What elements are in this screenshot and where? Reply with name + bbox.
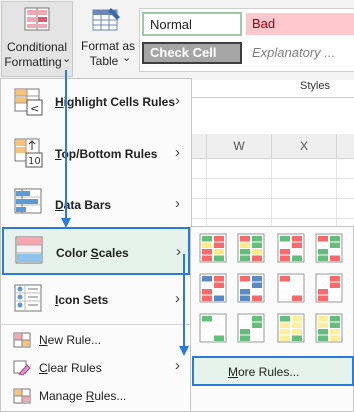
arrow-to-more-rules bbox=[179, 254, 189, 356]
arrow-to-color-scales bbox=[61, 70, 71, 228]
annotation-arrows bbox=[61, 70, 189, 356]
